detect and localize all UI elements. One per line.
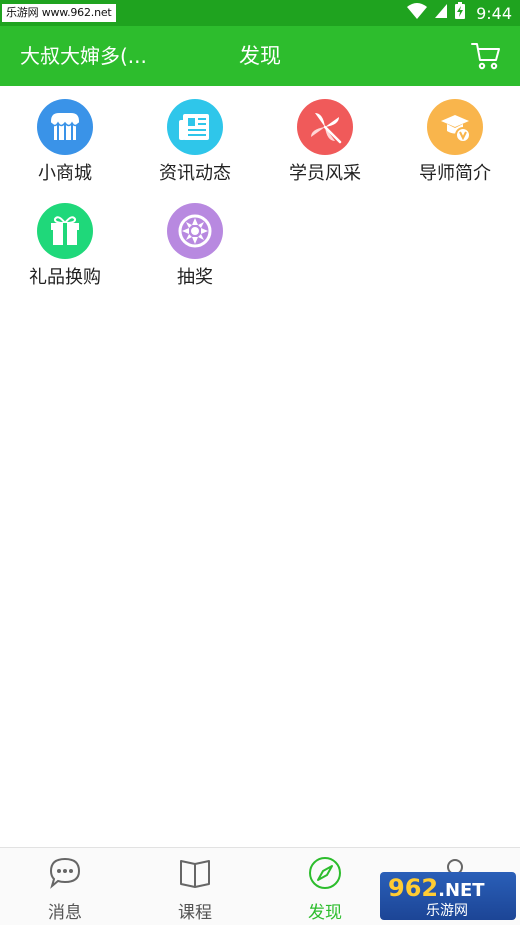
grid-item-label: 导师简介 bbox=[419, 163, 491, 184]
grid-item-label: 礼品换购 bbox=[29, 267, 101, 288]
news-icon bbox=[167, 99, 223, 155]
grid-item-mentor-intro[interactable]: 导师简介 bbox=[390, 86, 520, 186]
nav-label: 发现 bbox=[308, 903, 342, 923]
page-title: 发现 bbox=[239, 44, 281, 68]
watermark-logo: 962.NET 乐游网 bbox=[380, 872, 516, 920]
grid-item-shop[interactable]: 小商城 bbox=[0, 86, 130, 186]
watermark-sub: 乐游网 bbox=[426, 903, 468, 919]
chat-bubble-icon bbox=[48, 856, 82, 890]
cart-icon bbox=[470, 43, 502, 75]
grid-item-label: 资讯动态 bbox=[159, 163, 231, 184]
compass-icon bbox=[308, 856, 342, 890]
battery-icon bbox=[454, 2, 466, 24]
pinwheel-icon bbox=[297, 99, 353, 155]
app-bar: 大叔大婶多(... 发现 bbox=[0, 26, 520, 86]
status-time: 9:44 bbox=[476, 3, 512, 23]
nav-item-discover[interactable]: 发现 bbox=[260, 848, 390, 925]
nav-item-messages[interactable]: 消息 bbox=[0, 848, 130, 925]
grid-item-gift-exchange[interactable]: 礼品换购 bbox=[0, 190, 130, 290]
status-bar: 乐游网 www.962.net 9:44 bbox=[0, 0, 520, 26]
grid-item-label: 抽奖 bbox=[177, 267, 213, 288]
watermark-brand: 962.NET bbox=[388, 874, 485, 902]
nav-label: 课程 bbox=[178, 903, 212, 923]
watermark-label: 乐游网 www.962.net bbox=[2, 4, 116, 22]
nav-item-courses[interactable]: 课程 bbox=[130, 848, 260, 925]
book-icon bbox=[178, 856, 212, 890]
wifi-icon bbox=[406, 2, 428, 24]
signal-icon bbox=[434, 3, 448, 23]
grid-item-news[interactable]: 资讯动态 bbox=[130, 86, 260, 186]
lottery-wheel-icon bbox=[167, 203, 223, 259]
graduate-icon bbox=[427, 99, 483, 155]
nav-label: 消息 bbox=[48, 903, 82, 923]
grid-item-student-showcase[interactable]: 学员风采 bbox=[260, 86, 390, 186]
grid-item-label: 小商城 bbox=[38, 163, 92, 184]
gift-icon bbox=[37, 203, 93, 259]
cart-button[interactable] bbox=[470, 41, 502, 71]
grid-item-label: 学员风采 bbox=[289, 163, 361, 184]
status-icons: 9:44 bbox=[406, 0, 512, 26]
grid-item-lottery[interactable]: 抽奖 bbox=[130, 190, 260, 290]
shop-icon bbox=[37, 99, 93, 155]
